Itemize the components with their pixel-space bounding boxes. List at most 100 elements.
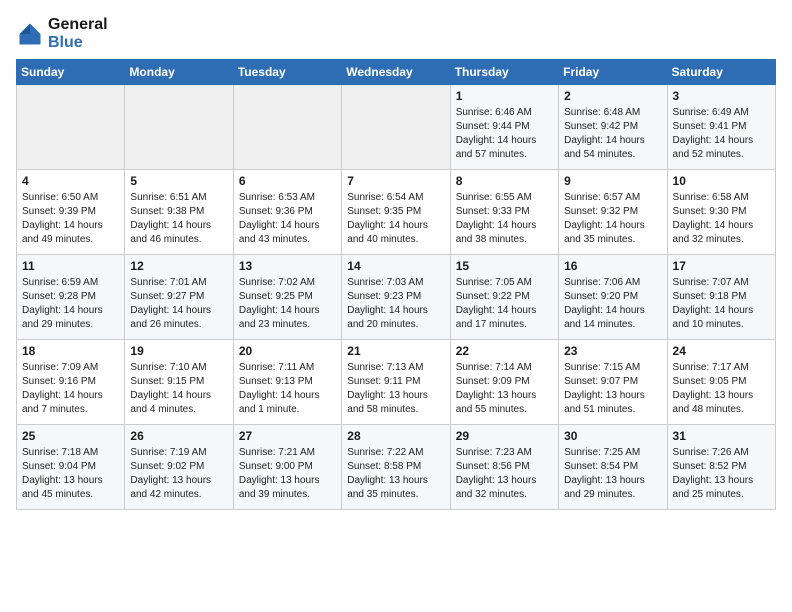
cell-info: Sunrise: 7:02 AM Sunset: 9:25 PM Dayligh… [239, 276, 336, 332]
calendar-cell: 18 Sunrise: 7:09 AM Sunset: 9:16 PM Dayli… [17, 340, 125, 425]
calendar-cell: 2 Sunrise: 6:48 AM Sunset: 9:42 PM Daylig… [559, 85, 667, 170]
cell-info: Sunrise: 7:01 AM Sunset: 9:27 PM Dayligh… [130, 276, 227, 332]
cell-info: Sunrise: 7:23 AM Sunset: 8:56 PM Dayligh… [456, 446, 553, 502]
cell-info: Sunrise: 6:53 AM Sunset: 9:36 PM Dayligh… [239, 191, 336, 247]
page-header: General Blue [16, 16, 776, 51]
calendar-cell: 21 Sunrise: 7:13 AM Sunset: 9:11 PM Dayli… [342, 340, 450, 425]
cell-info: Sunrise: 7:15 AM Sunset: 9:07 PM Dayligh… [564, 361, 661, 417]
cell-info: Sunrise: 6:59 AM Sunset: 9:28 PM Dayligh… [22, 276, 119, 332]
cell-date: 2 [564, 89, 661, 103]
calendar-cell: 16 Sunrise: 7:06 AM Sunset: 9:20 PM Dayli… [559, 255, 667, 340]
cell-info: Sunrise: 7:13 AM Sunset: 9:11 PM Dayligh… [347, 361, 444, 417]
cell-date: 12 [130, 259, 227, 273]
calendar-cell: 7 Sunrise: 6:54 AM Sunset: 9:35 PM Daylig… [342, 170, 450, 255]
cell-info: Sunrise: 7:05 AM Sunset: 9:22 PM Dayligh… [456, 276, 553, 332]
cell-date: 28 [347, 429, 444, 443]
cell-info: Sunrise: 7:06 AM Sunset: 9:20 PM Dayligh… [564, 276, 661, 332]
cell-date: 17 [673, 259, 770, 273]
calendar-cell: 10Sunrise: 6:58 AM Sunset: 9:30 PM Dayli… [667, 170, 775, 255]
weekday-header-tuesday: Tuesday [233, 60, 341, 85]
cell-date: 1 [456, 89, 553, 103]
cell-info: Sunrise: 7:09 AM Sunset: 9:16 PM Dayligh… [22, 361, 119, 417]
weekday-row: SundayMondayTuesdayWednesdayThursdayFrid… [17, 60, 776, 85]
cell-info: Sunrise: 6:58 AM Sunset: 9:30 PM Dayligh… [673, 191, 770, 247]
cell-info: Sunrise: 7:10 AM Sunset: 9:15 PM Dayligh… [130, 361, 227, 417]
cell-date: 20 [239, 344, 336, 358]
calendar-cell: 13 Sunrise: 7:02 AM Sunset: 9:25 PM Dayli… [233, 255, 341, 340]
calendar-cell: 22 Sunrise: 7:14 AM Sunset: 9:09 PM Dayli… [450, 340, 558, 425]
cell-info: Sunrise: 7:14 AM Sunset: 9:09 PM Dayligh… [456, 361, 553, 417]
cell-date: 22 [456, 344, 553, 358]
cell-date: 3 [673, 89, 770, 103]
cell-date: 19 [130, 344, 227, 358]
weekday-header-friday: Friday [559, 60, 667, 85]
calendar-cell: 15 Sunrise: 7:05 AM Sunset: 9:22 PM Dayli… [450, 255, 558, 340]
cell-info: Sunrise: 7:17 AM Sunset: 9:05 PM Dayligh… [673, 361, 770, 417]
cell-info: Sunrise: 6:54 AM Sunset: 9:35 PM Dayligh… [347, 191, 444, 247]
calendar-table: SundayMondayTuesdayWednesdayThursdayFrid… [16, 59, 776, 510]
calendar-cell: 30 Sunrise: 7:25 AM Sunset: 8:54 PM Dayli… [559, 425, 667, 510]
calendar-cell: 11Sunrise: 6:59 AM Sunset: 9:28 PM Dayli… [17, 255, 125, 340]
cell-date: 7 [347, 174, 444, 188]
cell-date: 8 [456, 174, 553, 188]
calendar-cell: 6Sunrise: 6:53 AM Sunset: 9:36 PM Daylig… [233, 170, 341, 255]
weekday-header-saturday: Saturday [667, 60, 775, 85]
cell-date: 5 [130, 174, 227, 188]
calendar-cell: 25 Sunrise: 7:18 AM Sunset: 9:04 PM Dayli… [17, 425, 125, 510]
calendar-cell: 8Sunrise: 6:55 AM Sunset: 9:33 PM Daylig… [450, 170, 558, 255]
cell-info: Sunrise: 7:03 AM Sunset: 9:23 PM Dayligh… [347, 276, 444, 332]
cell-info: Sunrise: 6:57 AM Sunset: 9:32 PM Dayligh… [564, 191, 661, 247]
cell-date: 25 [22, 429, 119, 443]
calendar-cell [17, 85, 125, 170]
cell-info: Sunrise: 7:18 AM Sunset: 9:04 PM Dayligh… [22, 446, 119, 502]
weekday-header-thursday: Thursday [450, 60, 558, 85]
week-row-4: 18 Sunrise: 7:09 AM Sunset: 9:16 PM Dayli… [17, 340, 776, 425]
cell-date: 9 [564, 174, 661, 188]
cell-date: 31 [673, 429, 770, 443]
cell-info: Sunrise: 7:25 AM Sunset: 8:54 PM Dayligh… [564, 446, 661, 502]
week-row-2: 4 Sunrise: 6:50 AM Sunset: 9:39 PM Daylig… [17, 170, 776, 255]
calendar-cell: 9 Sunrise: 6:57 AM Sunset: 9:32 PM Daylig… [559, 170, 667, 255]
cell-info: Sunrise: 6:48 AM Sunset: 9:42 PM Dayligh… [564, 106, 661, 162]
calendar-cell [125, 85, 233, 170]
cell-date: 18 [22, 344, 119, 358]
cell-info: Sunrise: 6:50 AM Sunset: 9:39 PM Dayligh… [22, 191, 119, 247]
calendar-body: 1Sunrise: 6:46 AM Sunset: 9:44 PM Daylig… [17, 85, 776, 510]
calendar-header: SundayMondayTuesdayWednesdayThursdayFrid… [17, 60, 776, 85]
logo: General Blue [16, 16, 108, 51]
calendar-cell: 23Sunrise: 7:15 AM Sunset: 9:07 PM Dayli… [559, 340, 667, 425]
weekday-header-wednesday: Wednesday [342, 60, 450, 85]
cell-info: Sunrise: 7:11 AM Sunset: 9:13 PM Dayligh… [239, 361, 336, 417]
calendar-cell [233, 85, 341, 170]
cell-date: 30 [564, 429, 661, 443]
calendar-cell: 4 Sunrise: 6:50 AM Sunset: 9:39 PM Daylig… [17, 170, 125, 255]
cell-info: Sunrise: 7:22 AM Sunset: 8:58 PM Dayligh… [347, 446, 444, 502]
cell-date: 14 [347, 259, 444, 273]
calendar-cell: 1Sunrise: 6:46 AM Sunset: 9:44 PM Daylig… [450, 85, 558, 170]
calendar-cell: 26Sunrise: 7:19 AM Sunset: 9:02 PM Dayli… [125, 425, 233, 510]
weekday-header-sunday: Sunday [17, 60, 125, 85]
cell-date: 16 [564, 259, 661, 273]
cell-info: Sunrise: 6:51 AM Sunset: 9:38 PM Dayligh… [130, 191, 227, 247]
logo-icon [16, 20, 44, 48]
calendar-cell: 14 Sunrise: 7:03 AM Sunset: 9:23 PM Dayli… [342, 255, 450, 340]
cell-info: Sunrise: 7:07 AM Sunset: 9:18 PM Dayligh… [673, 276, 770, 332]
cell-date: 4 [22, 174, 119, 188]
cell-date: 27 [239, 429, 336, 443]
cell-date: 13 [239, 259, 336, 273]
calendar-cell: 3 Sunrise: 6:49 AM Sunset: 9:41 PM Daylig… [667, 85, 775, 170]
calendar-cell: 27Sunrise: 7:21 AM Sunset: 9:00 PM Dayli… [233, 425, 341, 510]
week-row-5: 25 Sunrise: 7:18 AM Sunset: 9:04 PM Dayli… [17, 425, 776, 510]
calendar-cell: 28 Sunrise: 7:22 AM Sunset: 8:58 PM Dayli… [342, 425, 450, 510]
cell-info: Sunrise: 7:26 AM Sunset: 8:52 PM Dayligh… [673, 446, 770, 502]
calendar-cell: 24Sunrise: 7:17 AM Sunset: 9:05 PM Dayli… [667, 340, 775, 425]
calendar-cell: 19 Sunrise: 7:10 AM Sunset: 9:15 PM Dayli… [125, 340, 233, 425]
cell-date: 21 [347, 344, 444, 358]
calendar-cell: 17 Sunrise: 7:07 AM Sunset: 9:18 PM Dayli… [667, 255, 775, 340]
cell-date: 15 [456, 259, 553, 273]
cell-info: Sunrise: 6:49 AM Sunset: 9:41 PM Dayligh… [673, 106, 770, 162]
week-row-1: 1Sunrise: 6:46 AM Sunset: 9:44 PM Daylig… [17, 85, 776, 170]
calendar-cell: 31 Sunrise: 7:26 AM Sunset: 8:52 PM Dayli… [667, 425, 775, 510]
weekday-header-monday: Monday [125, 60, 233, 85]
cell-date: 26 [130, 429, 227, 443]
